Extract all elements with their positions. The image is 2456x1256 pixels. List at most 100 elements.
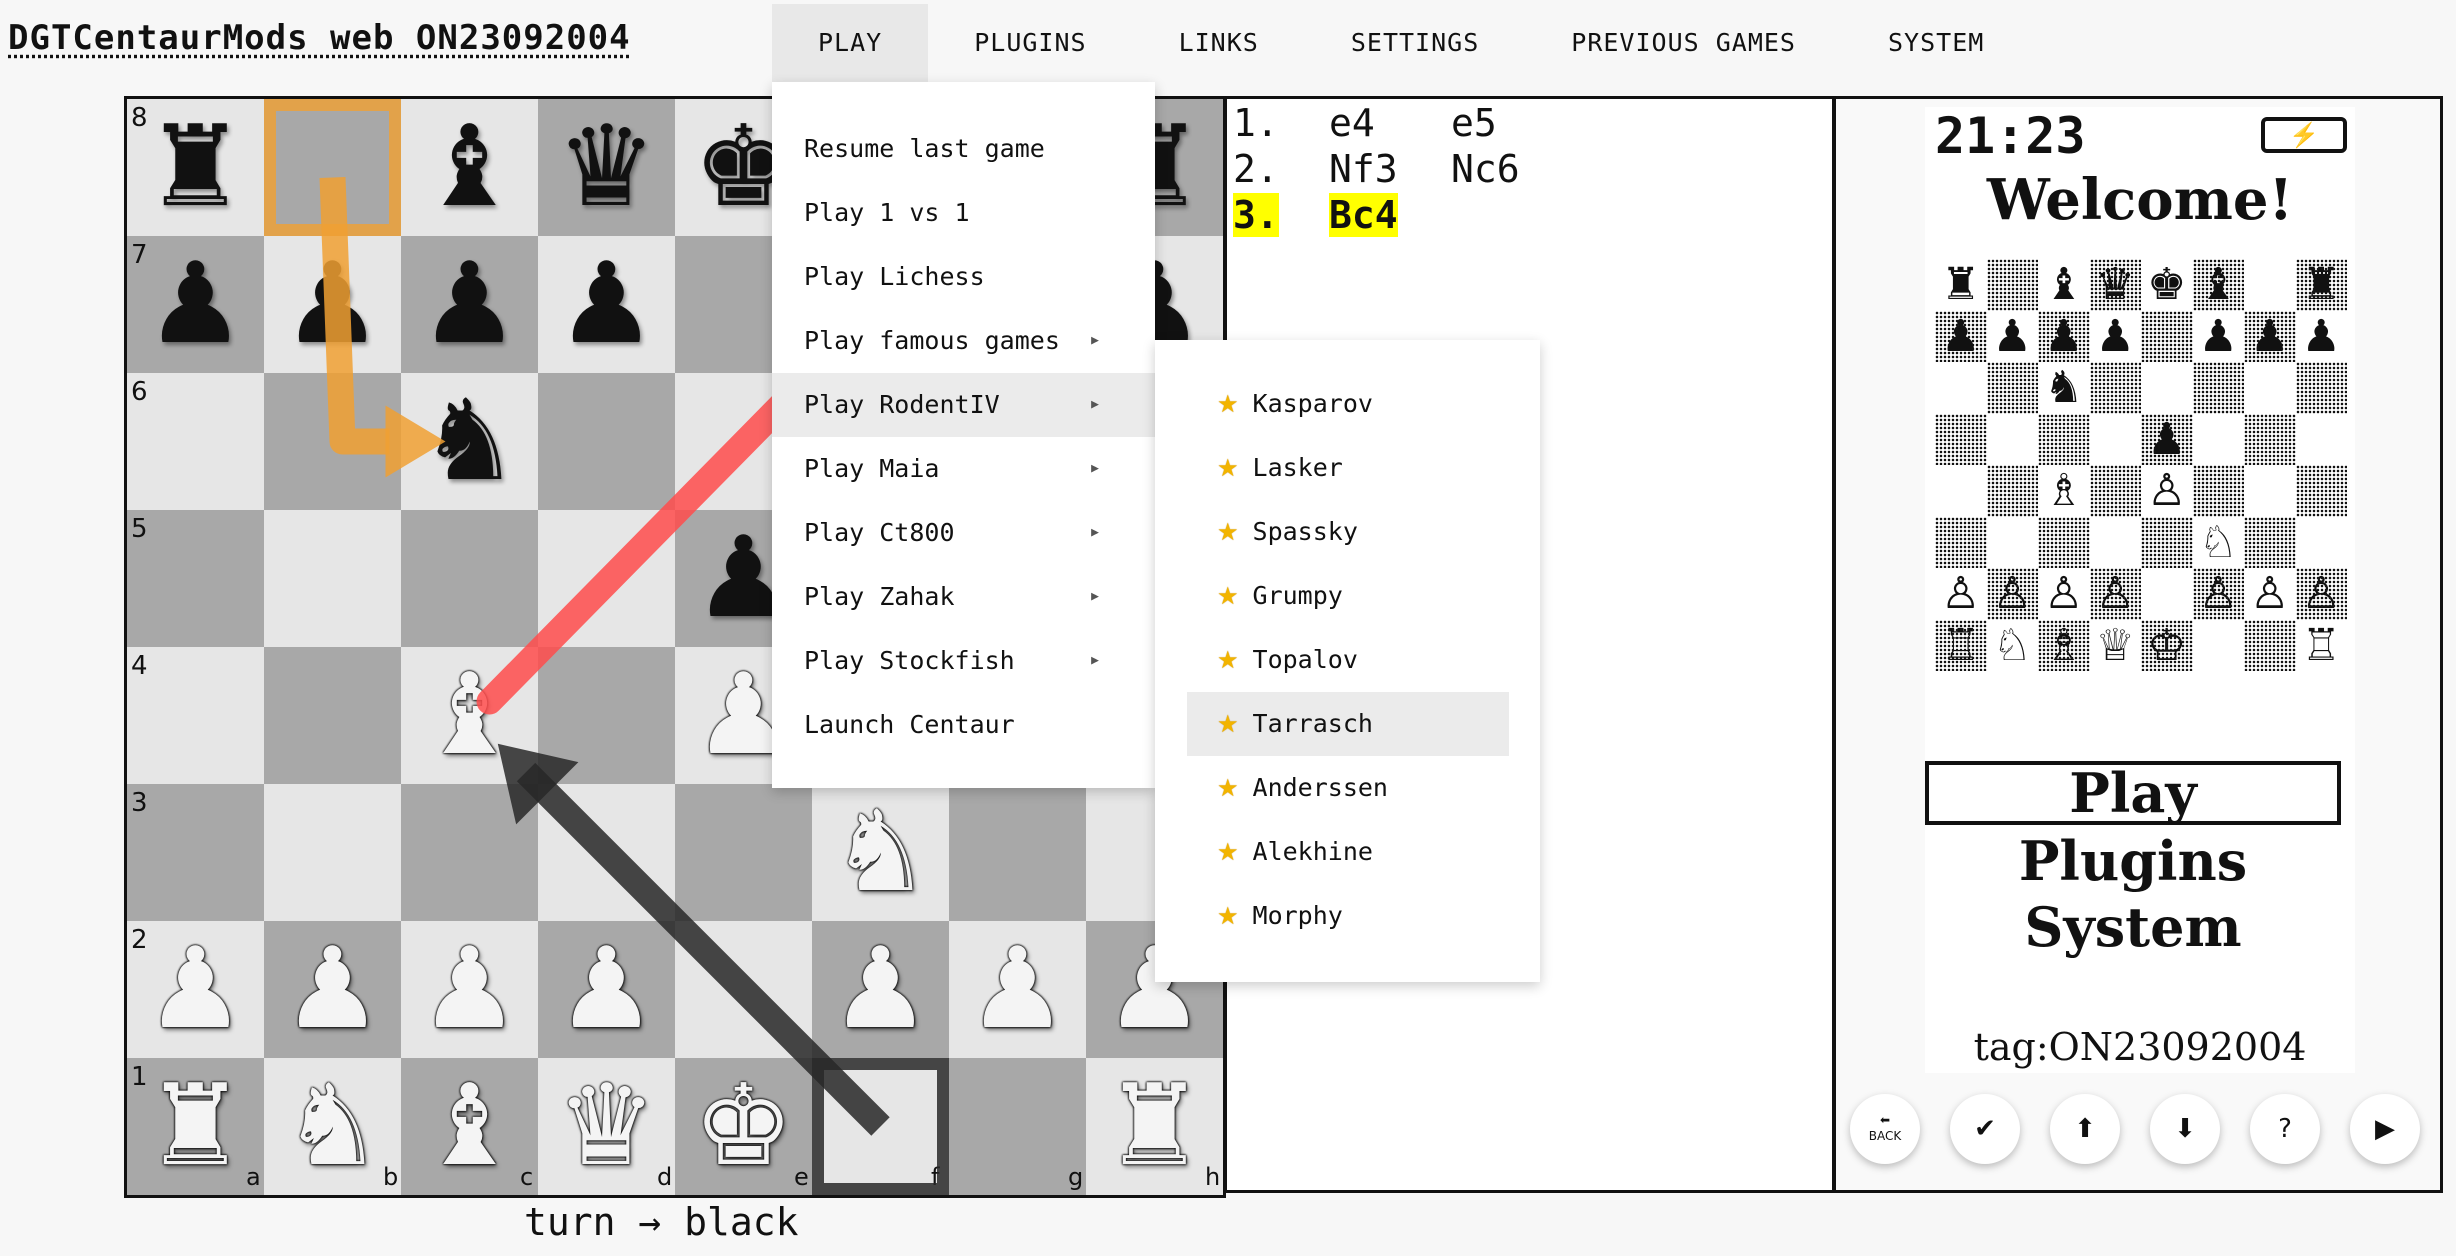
submenu-item-label: Topalov <box>1252 645 1358 674</box>
white-queen-piece[interactable]: ♛ <box>538 1058 675 1195</box>
mini-black-king: ♚ <box>2147 259 2187 310</box>
menu-item-play-maia[interactable]: Play Maia ▶ <box>772 437 1155 501</box>
black-move[interactable]: Nc6 <box>1451 147 1520 191</box>
turn-indicator: turn → black <box>524 1200 799 1244</box>
submenu-item-alekhine[interactable]: ★ Alekhine <box>1187 820 1509 884</box>
square-d4[interactable] <box>538 647 675 784</box>
black-pawn-piece[interactable]: ♟ <box>127 236 264 373</box>
white-rook-piece[interactable]: ♜ <box>1086 1058 1223 1195</box>
mini-black-rook: ♜ <box>2301 259 2341 310</box>
square-g1[interactable] <box>949 1058 1086 1195</box>
square-d3[interactable] <box>538 784 675 921</box>
rank-label: 5 <box>131 514 148 544</box>
menu-item-play-rodentiv[interactable]: Play RodentIV ▶ <box>772 373 1155 437</box>
square-g3[interactable] <box>949 784 1086 921</box>
white-move[interactable]: Bc4 <box>1329 193 1398 237</box>
white-move[interactable]: Nf3 <box>1329 147 1451 191</box>
submenu-item-grumpy[interactable]: ★ Grumpy <box>1187 564 1509 628</box>
square-d5[interactable] <box>538 510 675 647</box>
black-pawn-piece[interactable]: ♟ <box>401 236 538 373</box>
submenu-item-morphy[interactable]: ★ Morphy <box>1187 884 1509 948</box>
square-b6[interactable] <box>264 373 401 510</box>
black-pawn-piece[interactable]: ♟ <box>264 236 401 373</box>
square-e2[interactable] <box>675 921 812 1058</box>
menu-item-play-stockfish[interactable]: Play Stockfish ▶ <box>772 629 1155 693</box>
down-button[interactable]: ⬇ <box>2150 1094 2220 1164</box>
back-label: BACK <box>1868 1129 1902 1143</box>
white-pawn-piece[interactable]: ♟ <box>538 921 675 1058</box>
black-rook-piece[interactable]: ♜ <box>127 99 264 236</box>
rodentiv-submenu: ★ Kasparov ★ Lasker ★ Spassky ★ Grumpy ★ Topa… <box>1155 340 1540 982</box>
white-pawn-piece[interactable]: ♟ <box>264 921 401 1058</box>
file-label: b <box>383 1163 399 1191</box>
square-a5[interactable] <box>127 510 264 647</box>
tick-button[interactable]: ✔ <box>1950 1094 2020 1164</box>
submenu-item-label: Lasker <box>1252 453 1343 482</box>
square-a3[interactable] <box>127 784 264 921</box>
square-a4[interactable] <box>127 647 264 784</box>
submenu-item-topalov[interactable]: ★ Topalov <box>1187 628 1509 692</box>
submenu-item-lasker[interactable]: ★ Lasker <box>1187 436 1509 500</box>
submenu-item-spassky[interactable]: ★ Spassky <box>1187 500 1509 564</box>
nav-play[interactable]: PLAY <box>772 4 929 82</box>
white-bishop-piece[interactable]: ♝ <box>401 647 538 784</box>
menu-item-play-1-vs-1[interactable]: Play 1 vs 1 <box>772 181 1155 245</box>
menu-item-play-zahak[interactable]: Play Zahak ▶ <box>772 565 1155 629</box>
menu-item-play-famous-games[interactable]: Play famous games ▶ <box>772 309 1155 373</box>
nav-settings[interactable]: SETTINGS <box>1305 4 1525 82</box>
device-menu-system[interactable]: System <box>1925 895 2341 959</box>
mini-square <box>1935 413 1987 465</box>
mini-square <box>2141 516 2193 568</box>
nav-system[interactable]: SYSTEM <box>1842 4 2030 82</box>
square-c5[interactable] <box>401 510 538 647</box>
submenu-item-kasparov[interactable]: ★ Kasparov <box>1187 372 1509 436</box>
battery-charging-icon: ⚡ <box>2261 117 2347 153</box>
white-rook-piece[interactable]: ♜ <box>127 1058 264 1195</box>
black-move[interactable]: e5 <box>1451 101 1497 145</box>
mini-square <box>2038 413 2090 465</box>
square-a6[interactable] <box>127 373 264 510</box>
submenu-item-tarrasch[interactable]: ★ Tarrasch <box>1187 692 1509 756</box>
menu-item-play-lichess[interactable]: Play Lichess <box>772 245 1155 309</box>
white-bishop-piece[interactable]: ♝ <box>401 1058 538 1195</box>
white-pawn-piece[interactable]: ♟ <box>401 921 538 1058</box>
white-king-piece[interactable]: ♚ <box>675 1058 812 1195</box>
menu-item-launch-centaur[interactable]: Launch Centaur <box>772 693 1155 757</box>
device-menu-plugins[interactable]: Plugins <box>1925 829 2341 893</box>
up-button[interactable]: ⬆ <box>2050 1094 2120 1164</box>
play-button[interactable]: ▶ <box>2350 1094 2420 1164</box>
rank-label: 6 <box>131 377 148 407</box>
white-pawn-piece[interactable]: ♟ <box>949 921 1086 1058</box>
help-icon: ? <box>2278 1114 2292 1144</box>
square-e3[interactable] <box>675 784 812 921</box>
mini-white-queen: ♕ <box>2095 619 2135 671</box>
square-d6[interactable] <box>538 373 675 510</box>
square-b4[interactable] <box>264 647 401 784</box>
white-move[interactable]: e4 <box>1329 101 1451 145</box>
nav-links[interactable]: LINKS <box>1133 4 1305 82</box>
black-queen-piece[interactable]: ♛ <box>538 99 675 236</box>
nav-plugins[interactable]: PLUGINS <box>928 4 1132 82</box>
white-knight-piece[interactable]: ♞ <box>812 784 949 921</box>
help-button[interactable]: ? <box>2250 1094 2320 1164</box>
black-bishop-piece[interactable]: ♝ <box>401 99 538 236</box>
white-pawn-piece[interactable]: ♟ <box>127 921 264 1058</box>
square-b5[interactable] <box>264 510 401 647</box>
black-knight-piece[interactable]: ♞ <box>401 373 538 510</box>
black-pawn-piece[interactable]: ♟ <box>538 236 675 373</box>
menu-item-label: Play Maia <box>804 454 940 483</box>
mini-square <box>2295 465 2347 517</box>
nav-previous-games[interactable]: PREVIOUS GAMES <box>1525 4 1842 82</box>
star-icon: ★ <box>1217 838 1239 866</box>
app-title[interactable]: DGTCentaurMods web ON23092004 <box>8 18 631 58</box>
square-c3[interactable] <box>401 784 538 921</box>
white-pawn-piece[interactable]: ♟ <box>812 921 949 1058</box>
device-menu-play[interactable]: Play <box>1925 761 2341 825</box>
square-b3[interactable] <box>264 784 401 921</box>
mini-black-pawn: ♟ <box>1992 310 2032 362</box>
back-button[interactable]: ⬅ BACK <box>1850 1094 1920 1164</box>
submenu-item-anderssen[interactable]: ★ Anderssen <box>1187 756 1509 820</box>
white-knight-piece[interactable]: ♞ <box>264 1058 401 1195</box>
menu-item-play-ct800[interactable]: Play Ct800 ▶ <box>772 501 1155 565</box>
menu-item-resume-last-game[interactable]: Resume last game <box>772 117 1155 181</box>
